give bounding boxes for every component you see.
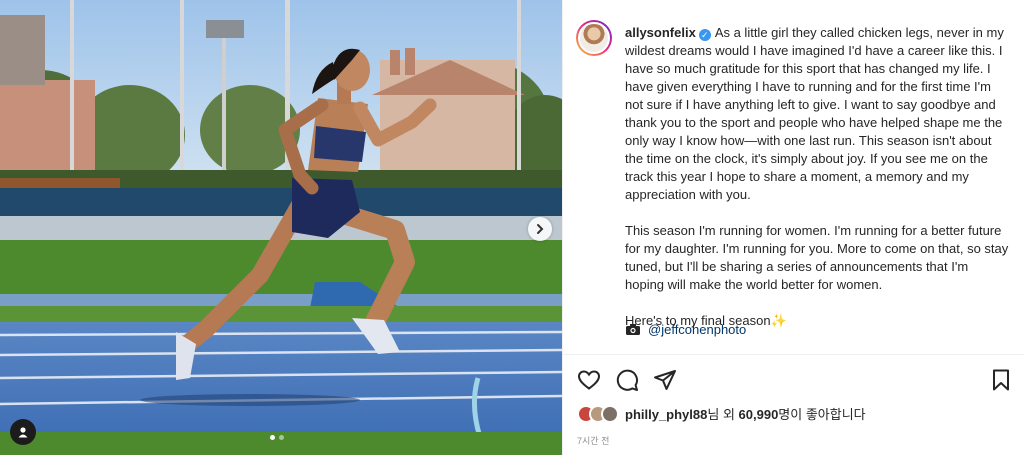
tagged-people-button[interactable] <box>10 419 36 445</box>
post-media[interactable] <box>0 0 562 455</box>
person-tag-icon <box>18 427 28 438</box>
photo-credit-link[interactable]: @jeffcohenphoto <box>648 322 746 337</box>
caption-paragraph-1: allysonfelix ✓ As a little girl they calle… <box>625 24 1010 204</box>
comment-button[interactable] <box>615 368 639 392</box>
camera-icon <box>626 324 640 335</box>
first-liker-username[interactable]: philly_phyl88 <box>625 407 707 422</box>
likes-connector: 님 외 <box>707 407 739 422</box>
next-slide-button[interactable] <box>528 217 552 241</box>
likes-summary: philly_phyl88님 외 60,990명이 좋아합니다 <box>577 404 866 423</box>
post-timestamp[interactable]: 7시간 전 <box>577 434 609 447</box>
post-photo <box>0 0 562 455</box>
caption-text-1: As a little girl they called chicken leg… <box>625 25 1008 202</box>
likes-count[interactable]: 60,990 <box>739 407 779 422</box>
caption-paragraph-2: This season I'm running for women. I'm r… <box>625 223 1012 292</box>
action-bar <box>577 368 1013 392</box>
caption-section: allysonfelix ✓ As a little girl they calle… <box>563 0 1024 355</box>
like-button[interactable] <box>577 368 601 392</box>
post-detail-panel: allysonfelix ✓ As a little girl they calle… <box>562 0 1024 455</box>
heart-outline-icon <box>577 370 601 390</box>
likes-suffix: 명이 좋아합니다 <box>778 407 866 422</box>
share-button[interactable] <box>653 368 677 392</box>
chevron-right-icon <box>537 224 544 234</box>
bookmark-icon <box>993 369 1009 391</box>
paper-plane-icon <box>654 370 676 390</box>
author-username[interactable]: allysonfelix <box>625 25 696 40</box>
save-button[interactable] <box>989 368 1013 392</box>
carousel-dot-active <box>270 435 275 440</box>
liker-avatars <box>577 404 619 423</box>
carousel-indicator <box>270 435 284 440</box>
carousel-dot <box>279 435 284 440</box>
liker-avatar[interactable] <box>601 404 619 423</box>
verified-badge-icon: ✓ <box>698 29 711 41</box>
photo-credit: @jeffcohenphoto <box>625 322 746 337</box>
speech-bubble-icon <box>616 369 638 391</box>
author-avatar[interactable] <box>576 20 612 56</box>
likes-text: philly_phyl88님 외 60,990명이 좋아합니다 <box>625 404 866 423</box>
post-caption: allysonfelix ✓ As a little girl they calle… <box>625 24 1010 348</box>
avatar-image <box>578 22 610 54</box>
